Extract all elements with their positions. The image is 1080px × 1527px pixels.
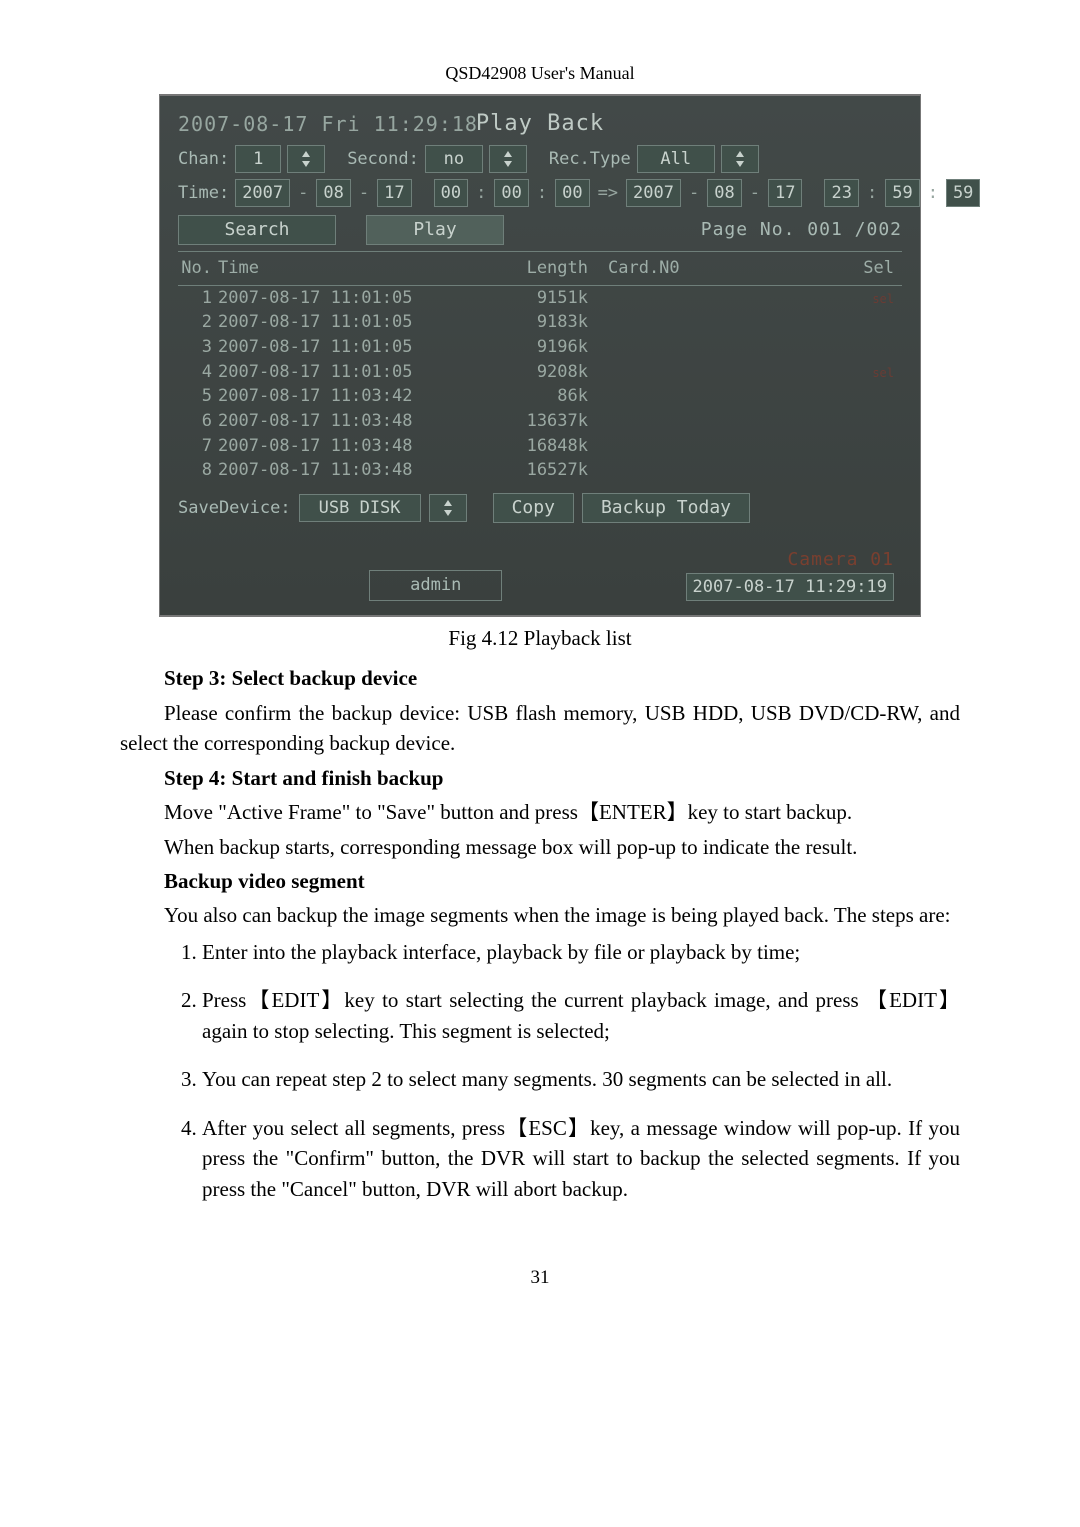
step4-title: Step 4: Start and finish backup	[120, 763, 960, 793]
results-body: 12007-08-17 11:01:059151ksel22007-08-17 …	[178, 286, 902, 483]
camera-tag: Camera 01	[787, 547, 894, 573]
table-row[interactable]: 32007-08-17 11:01:059196k	[178, 335, 902, 360]
savedevice-spinner-icon[interactable]	[429, 494, 467, 522]
backup-today-button[interactable]: Backup Today	[582, 493, 750, 523]
segment-intro: You also can backup the image segments w…	[120, 900, 960, 930]
col-card: Card.N0	[608, 256, 768, 281]
chan-select[interactable]: 1	[235, 145, 281, 173]
playback-screenshot: 2007-08-17 Fri 11:29:18 Play Back Chan: …	[159, 94, 921, 617]
table-row[interactable]: 72007-08-17 11:03:4816848k	[178, 434, 902, 459]
page-number-display: Page No. 001 /002	[701, 217, 902, 243]
segment-title: Backup video segment	[120, 866, 960, 896]
time-arrow: =>	[596, 181, 620, 206]
time-to-year[interactable]: 2007	[626, 179, 681, 207]
sel-mark-icon: sel	[872, 366, 894, 380]
table-row[interactable]: 62007-08-17 11:03:4813637k	[178, 409, 902, 434]
table-row[interactable]: 22007-08-17 11:01:059183k	[178, 310, 902, 335]
segment-steps: Enter into the playback interface, playb…	[120, 937, 960, 1204]
page-number: 31	[120, 1264, 960, 1292]
table-row[interactable]: 42007-08-17 11:01:059208ksel	[178, 360, 902, 385]
time-to-sec[interactable]: 59	[946, 179, 980, 207]
step3-title: Step 3: Select backup device	[120, 663, 960, 693]
col-length: Length	[468, 256, 608, 281]
doc-header: QSD42908 User's Manual	[120, 60, 960, 86]
time-to-hour[interactable]: 23	[824, 179, 858, 207]
savedevice-label: SaveDevice:	[178, 496, 291, 521]
admin-status: admin	[369, 570, 502, 601]
time-from-sec[interactable]: 00	[555, 179, 589, 207]
time-from-hour[interactable]: 00	[434, 179, 468, 207]
seg-step-3: You can repeat step 2 to select many seg…	[202, 1064, 960, 1094]
figure-caption: Fig 4.12 Playback list	[120, 623, 960, 653]
rectype-select[interactable]: All	[637, 145, 715, 173]
table-row[interactable]: 52007-08-17 11:03:4286k	[178, 384, 902, 409]
seg-step-2: Press【EDIT】key to start selecting the cu…	[202, 985, 960, 1046]
seg-step-4: After you select all segments, press【ESC…	[202, 1113, 960, 1204]
second-spinner-icon[interactable]	[489, 145, 527, 173]
time-to-min[interactable]: 59	[885, 179, 919, 207]
table-row[interactable]: 12007-08-17 11:01:059151ksel	[178, 286, 902, 311]
search-button[interactable]: Search	[178, 215, 336, 245]
results-header: No. Time Length Card.N0 Sel	[178, 251, 902, 286]
time-from-day[interactable]: 17	[377, 179, 411, 207]
time-to-month[interactable]: 08	[707, 179, 741, 207]
sel-mark-icon: sel	[872, 292, 894, 306]
osd-datetime: 2007-08-17 Fri 11:29:18	[178, 110, 478, 139]
col-sel: Sel	[768, 256, 902, 281]
table-row[interactable]: 82007-08-17 11:03:4816527k	[178, 458, 902, 483]
seg-step-1: Enter into the playback interface, playb…	[202, 937, 960, 967]
playback-title: Play Back	[476, 108, 604, 140]
chan-spinner-icon[interactable]	[287, 145, 325, 173]
second-select[interactable]: no	[425, 145, 483, 173]
time-from-year[interactable]: 2007	[235, 179, 290, 207]
copy-button[interactable]: Copy	[493, 493, 574, 523]
footer-datetime: 2007-08-17 11:29:19	[686, 573, 894, 601]
savedevice-select[interactable]: USB DISK	[299, 494, 421, 522]
time-to-day[interactable]: 17	[768, 179, 802, 207]
col-no: No.	[178, 256, 218, 281]
chan-label: Chan:	[178, 147, 229, 172]
play-button[interactable]: Play	[366, 215, 504, 245]
step4-p1: Move "Active Frame" to "Save" button and…	[120, 797, 960, 827]
rectype-spinner-icon[interactable]	[721, 145, 759, 173]
step3-text: Please confirm the backup device: USB fl…	[120, 698, 960, 759]
second-label: Second:	[347, 147, 419, 172]
time-from-min[interactable]: 00	[494, 179, 528, 207]
col-time: Time	[218, 256, 468, 281]
rectype-label: Rec.Type	[549, 147, 631, 172]
time-from-month[interactable]: 08	[316, 179, 350, 207]
time-label: Time:	[178, 181, 229, 206]
step4-p2: When backup starts, corresponding messag…	[120, 832, 960, 862]
